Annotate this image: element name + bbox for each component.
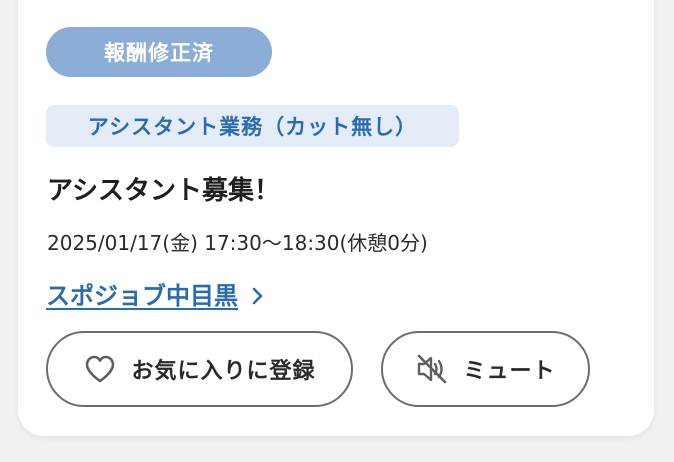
heart-icon <box>83 352 117 386</box>
company-name[interactable]: スポジョブ中目黒 <box>46 277 238 315</box>
chevron-right-icon <box>250 286 266 306</box>
status-badge: 報酬修正済 <box>46 27 272 77</box>
job-title: アシスタント募集！ <box>47 176 280 206</box>
add-favorite-label: お気に入りに登録 <box>131 359 316 384</box>
mute-button[interactable]: ミュート <box>381 331 590 407</box>
mute-label: ミュート <box>463 359 556 384</box>
category-badge: アシスタント業務（カット無し） <box>46 105 459 147</box>
speaker-muted-icon <box>415 352 449 386</box>
company-link[interactable]: スポジョブ中目黒 <box>46 277 266 315</box>
add-favorite-button[interactable]: お気に入りに登録 <box>46 331 353 407</box>
job-datetime: 2025/01/17(金) 17:30〜18:30(休憩0分) <box>47 231 428 255</box>
